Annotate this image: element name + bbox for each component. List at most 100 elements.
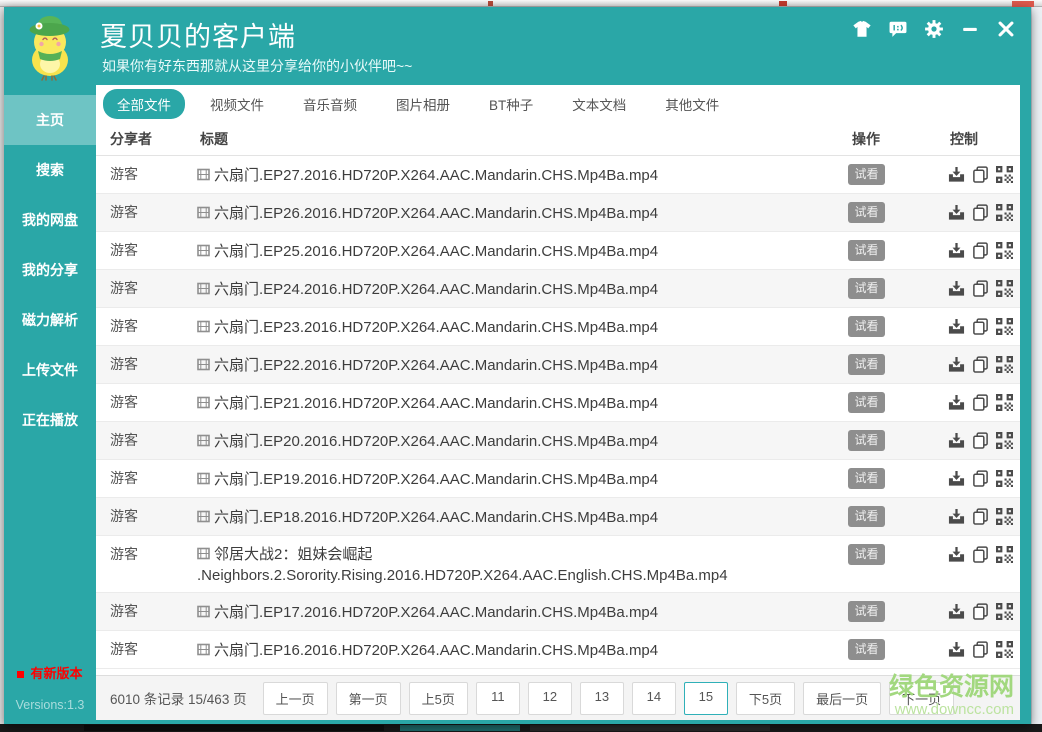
preview-button[interactable]: 试看 — [848, 392, 885, 413]
title-cell: 六扇门.EP21.2016.HD720P.X264.AAC.Mandarin.C… — [197, 384, 820, 421]
preview-button[interactable]: 试看 — [848, 202, 885, 223]
minimize-icon[interactable] — [959, 18, 981, 40]
table-row[interactable]: 游客 — [96, 460, 1020, 498]
table-row[interactable]: 游客 — [96, 194, 1020, 232]
copy-icon[interactable] — [972, 166, 989, 183]
tab[interactable]: 文本文档 — [558, 89, 640, 119]
tab[interactable]: BT种子 — [475, 89, 547, 119]
download-icon[interactable] — [948, 641, 965, 658]
copy-icon[interactable] — [972, 470, 989, 487]
preview-button[interactable]: 试看 — [848, 278, 885, 299]
qrcode-icon[interactable] — [996, 508, 1013, 525]
copy-icon[interactable] — [972, 280, 989, 297]
preview-button[interactable]: 试看 — [848, 164, 885, 185]
table-row[interactable]: 游客 — [96, 156, 1020, 194]
table-row[interactable]: 游客 — [96, 631, 1020, 669]
preview-button[interactable]: 试看 — [848, 468, 885, 489]
settings-icon[interactable] — [923, 18, 945, 40]
download-icon[interactable] — [948, 356, 965, 373]
qrcode-icon[interactable] — [996, 166, 1013, 183]
close-icon[interactable] — [995, 18, 1017, 40]
feedback-icon[interactable] — [887, 18, 909, 40]
sidebar-item[interactable]: 正在播放 — [4, 395, 96, 445]
table-row[interactable]: 游客 — [96, 498, 1020, 536]
qrcode-icon[interactable] — [996, 546, 1013, 563]
preview-button[interactable]: 试看 — [848, 354, 885, 375]
preview-button[interactable]: 试看 — [848, 601, 885, 622]
download-icon[interactable] — [948, 546, 965, 563]
preview-button[interactable]: 试看 — [848, 506, 885, 527]
qrcode-icon[interactable] — [996, 280, 1013, 297]
table-row[interactable]: 游客 — [96, 593, 1020, 631]
download-icon[interactable] — [948, 394, 965, 411]
download-icon[interactable] — [948, 204, 965, 221]
page-button[interactable]: 上一页 — [262, 681, 328, 715]
download-icon[interactable] — [948, 470, 965, 487]
preview-button[interactable]: 试看 — [848, 639, 885, 660]
tab[interactable]: 全部文件 — [103, 89, 185, 119]
page-button[interactable]: 上5页 — [408, 681, 468, 715]
sidebar-item[interactable]: 磁力解析 — [4, 295, 96, 345]
table-row[interactable]: 游客 — [96, 308, 1020, 346]
table-row[interactable]: 游客 — [96, 422, 1020, 460]
sidebar-item[interactable]: 搜索 — [4, 145, 96, 195]
tab[interactable]: 音乐音频 — [289, 89, 371, 119]
preview-button[interactable]: 试看 — [848, 430, 885, 451]
download-icon[interactable] — [948, 318, 965, 335]
download-icon[interactable] — [948, 508, 965, 525]
sidebar-item[interactable]: 上传文件 — [4, 345, 96, 395]
table-row[interactable]: 游客 — [96, 346, 1020, 384]
table-row[interactable]: 游客 — [96, 232, 1020, 270]
copy-icon[interactable] — [972, 603, 989, 620]
page-button[interactable]: 12 — [527, 681, 572, 715]
copy-icon[interactable] — [972, 318, 989, 335]
page-button[interactable]: 13 — [579, 681, 624, 715]
table-row[interactable]: 游客 — [96, 270, 1020, 308]
qrcode-icon[interactable] — [996, 603, 1013, 620]
copy-icon[interactable] — [972, 204, 989, 221]
sharer-cell: 游客 — [110, 432, 138, 448]
tab[interactable]: 其他文件 — [651, 89, 733, 119]
page-button[interactable]: 11 — [475, 681, 520, 715]
download-icon[interactable] — [948, 166, 965, 183]
video-file-icon — [197, 643, 210, 656]
qrcode-icon[interactable] — [996, 641, 1013, 658]
download-icon[interactable] — [948, 280, 965, 297]
preview-button[interactable]: 试看 — [848, 316, 885, 337]
sidebar-item[interactable]: 我的网盘 — [4, 195, 96, 245]
download-icon[interactable] — [948, 432, 965, 449]
qrcode-icon[interactable] — [996, 356, 1013, 373]
table-row[interactable]: 游客 — [96, 384, 1020, 422]
page-button[interactable]: 14 — [631, 681, 676, 715]
page-button[interactable]: 下5页 — [735, 681, 796, 715]
tab[interactable]: 图片相册 — [382, 89, 464, 119]
qrcode-icon[interactable] — [996, 318, 1013, 335]
copy-icon[interactable] — [972, 432, 989, 449]
page-button[interactable]: 最后一页 — [803, 681, 882, 715]
tab[interactable]: 视频文件 — [196, 89, 278, 119]
copy-icon[interactable] — [972, 641, 989, 658]
preview-button[interactable]: 试看 — [848, 544, 885, 565]
qrcode-icon[interactable] — [996, 242, 1013, 259]
download-icon[interactable] — [948, 242, 965, 259]
table-row[interactable]: 游客 — [96, 536, 1020, 593]
copy-icon[interactable] — [972, 394, 989, 411]
qrcode-icon[interactable] — [996, 432, 1013, 449]
copy-icon[interactable] — [972, 242, 989, 259]
copy-icon[interactable] — [972, 508, 989, 525]
update-notice[interactable]: 有新版本 — [4, 663, 96, 682]
qrcode-icon[interactable] — [996, 394, 1013, 411]
copy-icon[interactable] — [972, 546, 989, 563]
download-icon[interactable] — [948, 603, 965, 620]
page-button[interactable]: 下一页 — [889, 681, 955, 715]
copy-icon[interactable] — [972, 356, 989, 373]
skin-icon[interactable] — [851, 18, 873, 40]
page-button[interactable]: 15 — [683, 681, 728, 715]
qrcode-icon[interactable] — [996, 470, 1013, 487]
sidebar-item[interactable]: 我的分享 — [4, 245, 96, 295]
page-button[interactable]: 第一页 — [335, 681, 401, 715]
title-cell: 六扇门.EP25.2016.HD720P.X264.AAC.Mandarin.C… — [197, 232, 820, 269]
qrcode-icon[interactable] — [996, 204, 1013, 221]
sidebar-item[interactable]: 主页 — [4, 95, 96, 145]
preview-button[interactable]: 试看 — [848, 240, 885, 261]
